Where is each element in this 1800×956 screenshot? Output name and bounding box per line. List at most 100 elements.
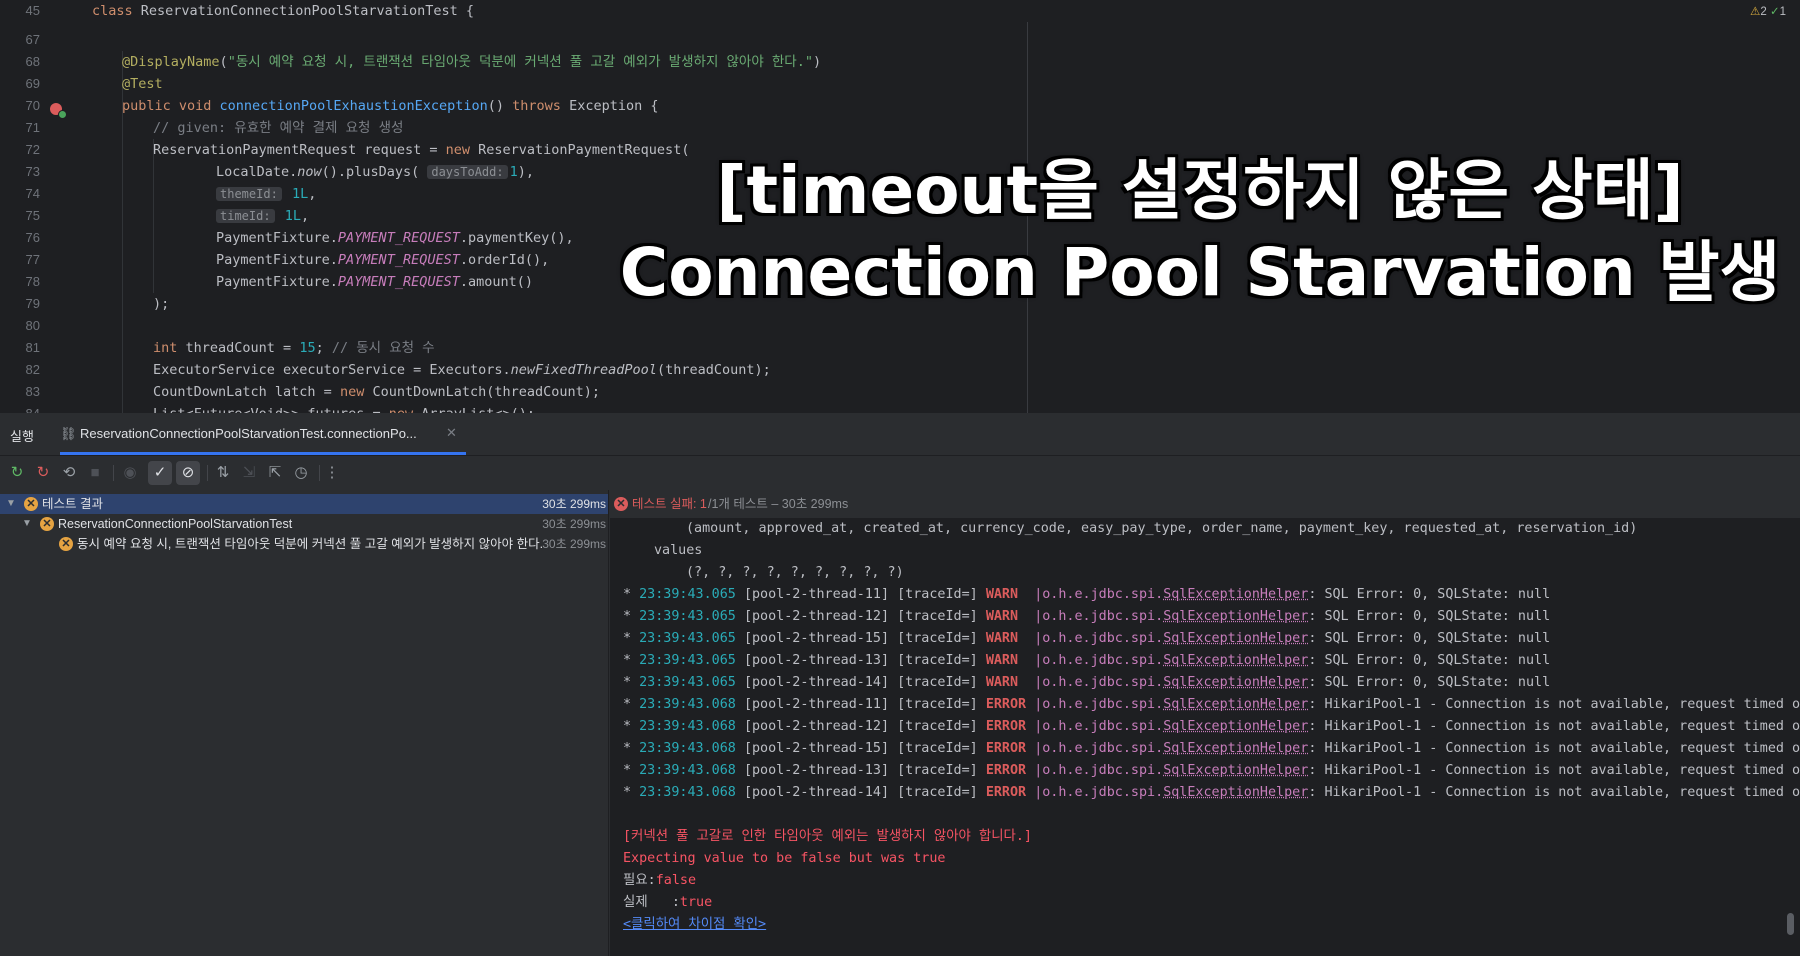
test-summary: /1개 테스트 – 30초 299ms [708, 497, 849, 511]
log-message: SQL Error: 0, SQLState: null [1324, 653, 1551, 668]
code-line[interactable]: LocalDate.now().plusDays( daysToAdd: 1), [216, 161, 534, 183]
warning-icon: ⚠ [1750, 6, 1761, 18]
line-number: 78 [25, 274, 40, 289]
code-line[interactable]: @DisplayName("동시 예약 요청 시, 트랜잭션 타임아웃 덕분에 … [122, 51, 821, 73]
tree-item-label: ReservationConnectionPoolStarvationTest [58, 517, 293, 531]
close-icon[interactable]: ✕ [446, 425, 457, 441]
overlay-title-line-2: Connection Pool Starvation 발생 [619, 234, 1781, 311]
log-trace-id: [traceId=] [897, 609, 978, 624]
history-icon[interactable]: ◷ [289, 461, 313, 485]
code-line[interactable]: class ReservationConnectionPoolStarvatio… [92, 0, 474, 22]
run-panel-title: 실행 [10, 429, 34, 444]
log-bullet: * [623, 741, 640, 756]
code-line[interactable]: List<Future<Void>> futures = new ArrayLi… [153, 403, 535, 413]
log-message: SQL Error: 0, SQLState: null [1324, 609, 1551, 624]
log-logger: |o.h.e.jdbc.spi. [1034, 719, 1164, 734]
rerun-failed-icon[interactable]: ↻ [31, 461, 55, 485]
line-number: 84 [0, 403, 40, 413]
code-line[interactable]: ); [153, 293, 169, 315]
failed-count: 테스트 실패: 1 [632, 497, 707, 511]
log-thread: [pool-2-thread-13] [743, 653, 890, 668]
log-logger-class: SqlExceptionHelper [1163, 785, 1309, 800]
log-level: WARN [985, 587, 1019, 602]
chevron-down-icon[interactable]: ▼ [22, 514, 32, 534]
class-name: ReservationConnectionPoolStarvationTest [140, 3, 458, 19]
more-options-icon[interactable]: ⋮ [320, 461, 344, 485]
tree-item-test-results[interactable]: ▼ ✕ 테스트 결과 30초 299ms [0, 494, 608, 514]
log-bullet: * [623, 719, 640, 734]
display-name-string: "동시 예약 요청 시, 트랜잭션 타임아웃 덕분에 커넥션 풀 고갈 예외가 … [227, 54, 813, 70]
indent-guide [153, 139, 154, 293]
line-number: 82 [25, 362, 40, 377]
code-comment: // 동시 요청 수 [331, 340, 435, 356]
import-tests-icon[interactable]: ⇲ [237, 461, 261, 485]
chevron-down-icon[interactable]: ▼ [6, 494, 16, 514]
export-icon[interactable]: ⇱ [263, 461, 287, 485]
code-editor[interactable]: 45 67 68 69 70 71 72 73 74 75 76 77 78 7… [0, 0, 1800, 413]
log-message: SQL Error: 0, SQLState: null [1324, 675, 1551, 690]
actual-line: 실제 :true [623, 892, 712, 914]
log-logger: |o.h.e.jdbc.spi. [1034, 785, 1164, 800]
line-number: 76 [25, 230, 40, 245]
log-message: HikariPool-1 - Connection is not availab… [1324, 763, 1800, 778]
log-thread: [pool-2-thread-11] [743, 587, 890, 602]
check-icon: ✓ [1769, 6, 1780, 18]
toggle-auto-test-icon[interactable]: ⟲ [57, 461, 81, 485]
log-logger-class: SqlExceptionHelper [1163, 741, 1309, 756]
log-timestamp: 23:39:43.065 [639, 653, 736, 668]
log-logger-class: SqlExceptionHelper [1163, 763, 1309, 778]
log-line: * 23:39:43.068 [pool-2-thread-14] [trace… [623, 782, 1800, 804]
show-passed-icon[interactable]: ✓ [148, 461, 172, 485]
inspection-widget[interactable]: ⚠2 ✓1 [1750, 4, 1786, 18]
log-message: SQL Error: 0, SQLState: null [1324, 587, 1551, 602]
tree-item-test-class[interactable]: ▼ ✕ ReservationConnectionPoolStarvationT… [0, 514, 608, 534]
code-line[interactable]: ReservationPaymentRequest request = new … [153, 139, 689, 161]
stop-icon[interactable]: ■ [83, 461, 107, 485]
log-trace-id: [traceId=] [897, 785, 978, 800]
log-logger: |o.h.e.jdbc.spi. [1034, 763, 1164, 778]
log-message: HikariPool-1 - Connection is not availab… [1324, 785, 1800, 800]
code-line[interactable]: ExecutorService executorService = Execut… [153, 359, 771, 381]
log-trace-id: [traceId=] [897, 719, 978, 734]
line-number: 74 [25, 186, 40, 201]
line-number: 79 [25, 296, 40, 311]
overlay-title: [timeout을 설정하지 않은 상태] Connection Pool St… [600, 150, 1800, 314]
code-line[interactable]: timeId: 1L, [216, 205, 309, 227]
log-bullet: * [623, 653, 640, 668]
code-line[interactable]: PaymentFixture.PAYMENT_REQUEST.orderId()… [216, 249, 549, 271]
code-line[interactable]: int threadCount = 15; // 동시 요청 수 [153, 337, 435, 359]
warning-count: 2 [1760, 6, 1767, 18]
code-line[interactable]: public void connectionPoolExhaustionExce… [122, 95, 658, 117]
code-line[interactable]: @Test [122, 73, 163, 95]
log-trace-id: [traceId=] [897, 653, 978, 668]
breakpoint-icon[interactable] [50, 103, 67, 119]
actual-value: true [679, 895, 713, 910]
log-logger: |o.h.e.jdbc.spi. [1034, 675, 1164, 690]
console-output[interactable]: ✕ 테스트 실패: 1 /1개 테스트 – 30초 299ms (amount,… [610, 490, 1800, 956]
console-scrollbar[interactable] [1787, 913, 1794, 935]
log-message: HikariPool-1 - Connection is not availab… [1324, 741, 1800, 756]
show-ignored-icon[interactable]: ⊘ [176, 461, 200, 485]
log-line: * 23:39:43.068 [pool-2-thread-15] [trace… [623, 738, 1800, 760]
run-toolbar: ↻ ↻ ⟲ ■ ◉ ✓ ⊘ ⇅ ⇲ ⇱ ◷ ⋮ [0, 456, 1800, 490]
log-line: * 23:39:43.068 [pool-2-thread-11] [trace… [623, 694, 1800, 716]
log-logger-class: SqlExceptionHelper [1163, 587, 1309, 602]
diff-link[interactable]: <클릭하여 차이점 확인> [623, 917, 766, 932]
tree-item-test-method[interactable]: ✕ 동시 예약 요청 시, 트랜잭션 타임아웃 덕분에 커넥션 풀 고갈 예외가… [0, 534, 608, 554]
code-line[interactable]: themeId: 1L, [216, 183, 316, 205]
rerun-icon[interactable]: ↻ [5, 461, 29, 485]
log-level: ERROR [985, 785, 1027, 800]
line-number: 83 [25, 384, 40, 399]
eye-icon[interactable]: ◉ [118, 461, 142, 485]
log-message: HikariPool-1 - Connection is not availab… [1324, 719, 1800, 734]
code-line[interactable]: CountDownLatch latch = new CountDownLatc… [153, 381, 600, 403]
log-thread: [pool-2-thread-12] [743, 609, 890, 624]
code-line[interactable]: // given: 유효한 예약 결제 요청 생성 [153, 117, 403, 139]
active-tab-indicator [60, 452, 466, 455]
code-line[interactable]: PaymentFixture.PAYMENT_REQUEST.paymentKe… [216, 227, 574, 249]
log-bullet: * [623, 785, 640, 800]
sort-icon[interactable]: ⇅ [211, 461, 235, 485]
code-line[interactable]: PaymentFixture.PAYMENT_REQUEST.amount() [216, 271, 533, 293]
failed-status-icon: ✕ [59, 537, 73, 551]
thread-count-value: 15 [299, 340, 316, 356]
